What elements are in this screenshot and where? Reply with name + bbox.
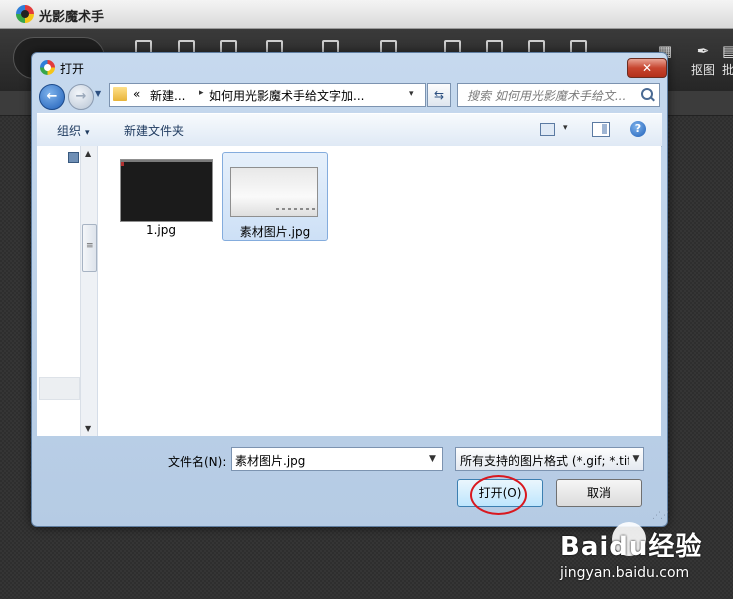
back-arrow-icon: ← — [46, 89, 58, 104]
cancel-button[interactable]: 取消 — [556, 479, 642, 507]
filename-dropdown-icon[interactable]: ▼ — [429, 454, 436, 464]
organize-arrow-icon: ▾ — [85, 128, 90, 138]
watermark: Baidu经验 jingyan.baidu.com — [560, 533, 710, 581]
recent-locations-dropdown[interactable]: ▼ — [95, 89, 105, 101]
annotation-circle — [470, 475, 527, 515]
open-file-dialog: 打开 ✕ ← → ▼ « 新建... ▸ 如何用光影魔术手给文字加... ▾ ⇆… — [31, 52, 669, 527]
resize-grip-icon[interactable]: ⋰⋰ — [652, 511, 669, 521]
tool-batch-button[interactable]: ▤ 批 — [722, 43, 733, 78]
file-item-sucai[interactable]: 素材图片.jpg — [222, 152, 328, 241]
scroll-up-icon[interactable]: ▲ — [85, 149, 91, 158]
search-icon[interactable] — [641, 88, 653, 100]
forward-arrow-icon: → — [75, 89, 87, 104]
search-placeholder: 搜索 如何用光影魔术手给文... — [467, 89, 627, 103]
dialog-titlebar[interactable]: 打开 ✕ — [32, 53, 667, 81]
search-input[interactable]: 搜索 如何用光影魔术手给文... — [457, 83, 660, 107]
dialog-app-icon — [40, 60, 55, 75]
filetype-value: 所有支持的图片格式 (*.gif; *.tif — [460, 454, 632, 468]
address-bar[interactable]: « 新建... ▸ 如何用光影魔术手给文字加... ▾ — [109, 83, 426, 107]
app-titlebar: 光影魔术手 — [0, 0, 733, 29]
filename-value: 素材图片.jpg — [235, 454, 306, 468]
filename-input[interactable]: 素材图片.jpg ▼ — [231, 447, 443, 471]
breadcrumb-overflow[interactable]: « — [133, 87, 140, 101]
nav-scrollbar[interactable]: ▲ ≡ ▼ — [80, 146, 97, 436]
file-item-1jpg[interactable]: 1.jpg — [108, 152, 214, 241]
help-icon[interactable]: ? — [630, 121, 646, 137]
organize-button[interactable]: 组织 ▾ — [57, 122, 90, 139]
dialog-title: 打开 — [60, 62, 85, 76]
app-logo-icon — [16, 5, 34, 23]
app-title: 光影魔术手 — [39, 10, 105, 25]
back-button[interactable]: ← — [39, 84, 65, 110]
image-thumbnail — [120, 159, 213, 222]
breadcrumb-new-folder[interactable]: 新建... — [150, 87, 185, 104]
scroll-grip-icon: ≡ — [86, 241, 94, 251]
nav-item-selected[interactable] — [39, 377, 80, 400]
breadcrumb-current-folder[interactable]: 如何用光影魔术手给文字加... — [209, 87, 364, 104]
filetype-select[interactable]: 所有支持的图片格式 (*.gif; *.tif ▼ — [455, 447, 644, 471]
refresh-icon: ⇆ — [433, 88, 445, 102]
watermark-brand: Baidu经验 — [560, 532, 703, 562]
navigation-pane: ▲ ≡ ▼ — [37, 146, 98, 436]
file-list: 1.jpg 素材图片.jpg — [98, 146, 661, 436]
organize-label: 组织 — [57, 124, 82, 138]
breadcrumb-separator-icon[interactable]: ▸ — [199, 88, 204, 98]
new-folder-button[interactable]: 新建文件夹 — [124, 122, 184, 139]
watermark-url: jingyan.baidu.com — [560, 565, 690, 581]
tool-cutout-button[interactable]: ✒ 抠图 — [688, 43, 718, 78]
pen-icon: ✒ — [696, 42, 710, 60]
chevron-down-icon[interactable]: ▼ — [629, 448, 643, 470]
view-options-icon[interactable] — [540, 123, 555, 136]
forward-button[interactable]: → — [68, 84, 94, 110]
address-dropdown-icon[interactable]: ▾ — [409, 89, 414, 99]
folder-icon — [113, 87, 127, 101]
batch-icon: ▤ — [722, 42, 733, 60]
computer-icon[interactable] — [68, 152, 79, 163]
scroll-down-icon[interactable]: ▼ — [85, 424, 91, 433]
tool-cutout-label: 抠图 — [690, 63, 715, 77]
close-button[interactable]: ✕ — [627, 58, 667, 78]
tool-batch-label: 批 — [722, 63, 733, 77]
file-name: 素材图片.jpg — [239, 225, 311, 239]
command-bar: 组织 ▾ 新建文件夹 ▾ ? — [37, 113, 662, 147]
image-thumbnail — [230, 167, 318, 217]
file-name: 1.jpg — [145, 223, 177, 237]
filename-label: 文件名(N): — [168, 455, 227, 469]
refresh-button[interactable]: ⇆ — [427, 83, 451, 107]
preview-pane-icon[interactable] — [592, 122, 610, 137]
view-dropdown-icon[interactable]: ▾ — [563, 123, 568, 133]
scroll-thumb[interactable]: ≡ — [82, 224, 97, 272]
